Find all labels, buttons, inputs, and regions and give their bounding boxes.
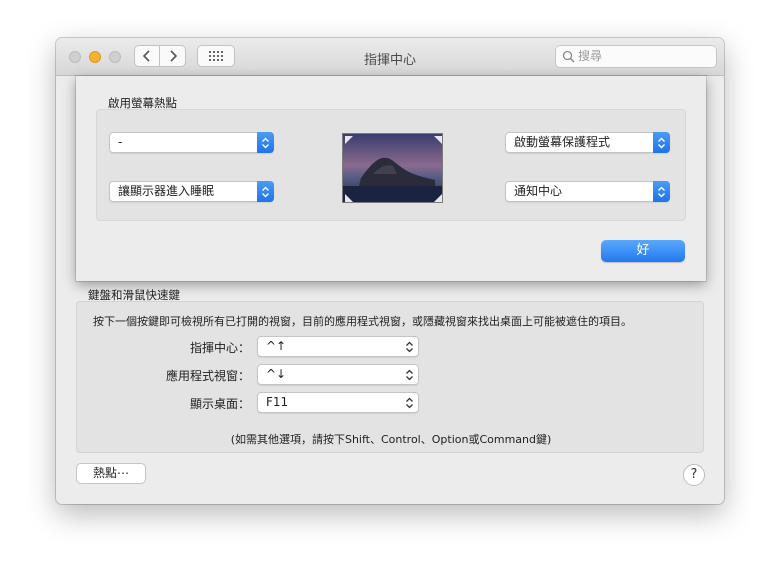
- up-down-chevron-icon: [406, 369, 413, 381]
- search-placeholder: 搜尋: [578, 49, 603, 63]
- corner-value: 啟動螢幕保護程式: [514, 135, 611, 149]
- up-down-chevron-icon: [406, 341, 413, 353]
- up-down-chevron-icon: [406, 397, 413, 409]
- help-button[interactable]: ?: [683, 464, 705, 486]
- corner-value: 通知中心: [514, 184, 563, 198]
- app-windows-shortcut-popup[interactable]: ^↓: [257, 364, 419, 385]
- up-down-chevron-icon: [653, 132, 670, 153]
- mission-control-shortcut-popup[interactable]: ^↑: [257, 336, 419, 357]
- corner-value: -: [118, 135, 123, 149]
- up-down-chevron-icon: [257, 132, 274, 153]
- up-down-chevron-icon: [653, 181, 670, 202]
- search-field[interactable]: 搜尋: [555, 45, 717, 68]
- top-right-corner-popup[interactable]: 啟動螢幕保護程式: [505, 132, 670, 153]
- shortcut-row-app-windows: 應用程式視窗： ^↓: [77, 364, 705, 386]
- bottom-right-corner-popup[interactable]: 通知中心: [505, 181, 670, 202]
- shortcut-row-show-desktop: 顯示桌面： F11: [77, 392, 705, 414]
- shortcut-label: 顯示桌面：: [189, 397, 250, 411]
- title-bar: 指揮中心 搜尋: [56, 38, 724, 76]
- desktop-preview-image: [342, 133, 443, 203]
- hot-corners-sheet: 啟用螢幕熱點 - 讓顯示器進入睡眠 啟動螢幕保護程式 通知中心 好: [76, 76, 706, 281]
- hot-corners-group: - 讓顯示器進入睡眠 啟動螢幕保護程式 通知中心: [96, 109, 686, 221]
- modifier-hint: (如需其他選項，請按下Shift、Control、Option或Command鍵…: [230, 433, 552, 446]
- shortcut-row-mission-control: 指揮中心： ^↑: [77, 336, 705, 358]
- up-down-chevron-icon: [257, 181, 274, 202]
- corner-value: 讓顯示器進入睡眠: [118, 184, 215, 198]
- hot-corners-button[interactable]: 熱點⋯: [76, 463, 146, 484]
- shortcut-label: 應用程式視窗：: [165, 369, 250, 383]
- shortcuts-description: 按下一個按鍵即可檢視所有已打開的視窗，目前的應用程式視窗，或隱藏視窗來找出桌面上…: [93, 315, 632, 328]
- bottom-left-corner-popup[interactable]: 讓顯示器進入睡眠: [109, 181, 274, 202]
- top-left-corner-popup[interactable]: -: [109, 132, 274, 153]
- shortcut-value: F11: [266, 395, 289, 409]
- search-icon: [562, 50, 575, 63]
- show-desktop-shortcut-popup[interactable]: F11: [257, 392, 419, 413]
- shortcut-value: ^↑: [266, 339, 287, 353]
- ok-button[interactable]: 好: [601, 240, 685, 262]
- shortcut-label: 指揮中心：: [189, 341, 250, 355]
- shortcut-value: ^↓: [266, 367, 287, 381]
- shortcuts-group: 按下一個按鍵即可檢視所有已打開的視窗，目前的應用程式視窗，或隱藏視窗來找出桌面上…: [76, 301, 704, 453]
